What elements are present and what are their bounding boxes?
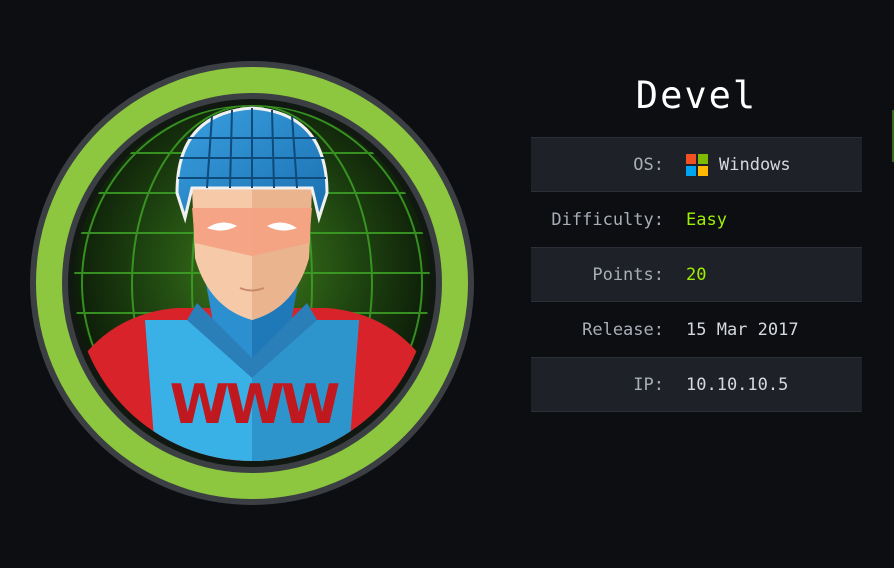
release-value: 15 Mar 2017	[686, 319, 799, 340]
info-row-os: OS: Windows	[531, 137, 862, 192]
difficulty-label: Difficulty:	[551, 209, 664, 230]
machine-name: Devel	[635, 74, 758, 117]
ip-label: IP:	[633, 374, 664, 395]
windows-logo-icon	[686, 153, 708, 176]
release-label: Release:	[582, 319, 664, 340]
os-value: Windows	[686, 153, 791, 176]
difficulty-value: Easy	[686, 209, 727, 230]
info-row-release: Release: 15 Mar 2017	[531, 302, 862, 357]
avatar-image: WWW	[30, 61, 474, 505]
machine-card: WWW Devel OS: Windows Difficulty: Easy P…	[0, 0, 894, 568]
points-label: Points:	[592, 264, 664, 285]
svg-text:WWW: WWW	[170, 373, 339, 436]
points-value: 20	[686, 264, 707, 285]
info-row-ip: IP: 10.10.10.5	[531, 357, 862, 412]
info-row-difficulty: Difficulty: Easy	[531, 192, 862, 247]
info-row-points: Points: 20	[531, 247, 862, 302]
machine-avatar: WWW	[27, 58, 477, 508]
os-label: OS:	[633, 154, 664, 175]
machine-info-table: OS: Windows Difficulty: Easy Points: 20 …	[531, 137, 862, 412]
os-name: Windows	[719, 154, 791, 175]
ip-value: 10.10.10.5	[686, 374, 789, 395]
